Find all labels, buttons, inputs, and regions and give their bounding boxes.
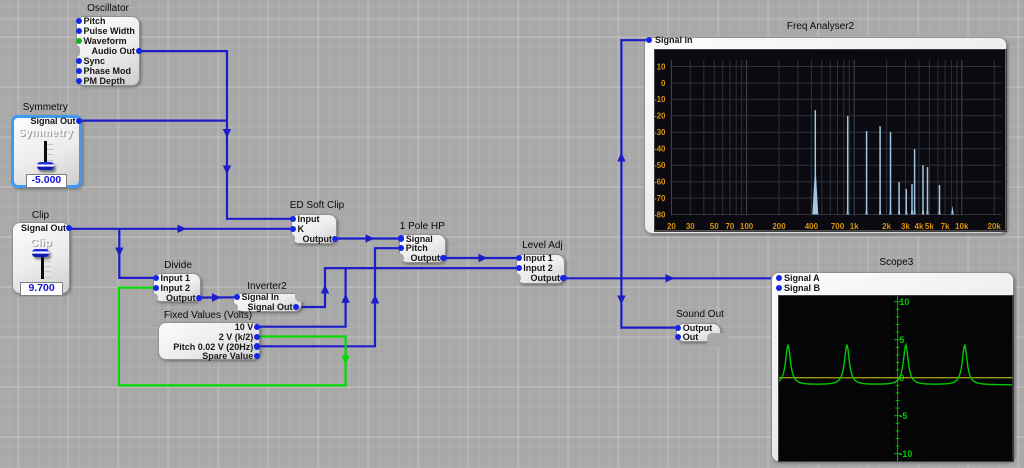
svg-text:20: 20 — [667, 222, 676, 231]
svg-text:700: 700 — [831, 222, 845, 231]
svg-text:-80: -80 — [654, 210, 666, 219]
svg-text:-20: -20 — [654, 111, 666, 120]
svg-text:50: 50 — [710, 222, 719, 231]
svg-text:-70: -70 — [654, 194, 666, 203]
svg-text:-30: -30 — [654, 128, 666, 137]
svg-text:70: 70 — [725, 222, 734, 231]
svg-text:-40: -40 — [654, 144, 666, 153]
svg-text:10: 10 — [657, 62, 666, 71]
svg-text:4k: 4k — [915, 222, 924, 231]
svg-text:2k: 2k — [882, 222, 891, 231]
svg-text:1k: 1k — [850, 222, 859, 231]
svg-text:10k: 10k — [955, 222, 969, 231]
svg-text:5k: 5k — [925, 222, 934, 231]
svg-text:7k: 7k — [941, 222, 950, 231]
svg-text:30: 30 — [686, 222, 695, 231]
svg-text:-10: -10 — [654, 95, 666, 104]
svg-text:100: 100 — [740, 222, 754, 231]
svg-text:5: 5 — [899, 335, 904, 345]
svg-text:-10: -10 — [899, 449, 912, 459]
svg-text:0: 0 — [661, 79, 666, 88]
svg-text:3k: 3k — [901, 222, 910, 231]
svg-text:400: 400 — [805, 222, 819, 231]
svg-text:20k: 20k — [988, 222, 1002, 231]
svg-text:-5: -5 — [899, 411, 907, 421]
svg-text:-60: -60 — [654, 177, 666, 186]
svg-text:200: 200 — [772, 222, 786, 231]
svg-text:10: 10 — [899, 297, 909, 307]
svg-text:-50: -50 — [654, 161, 666, 170]
